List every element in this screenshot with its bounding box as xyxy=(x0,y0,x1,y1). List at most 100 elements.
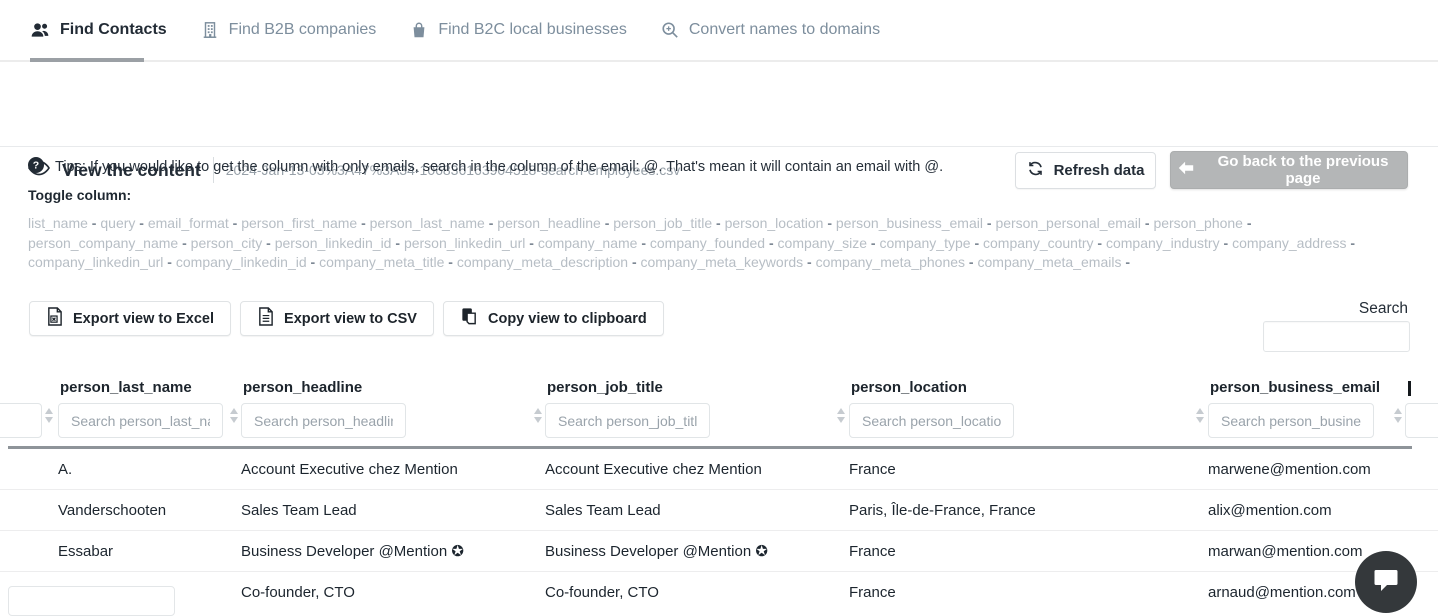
cell-person-last-name: Vanderschooten xyxy=(58,490,166,531)
toggle-column-item[interactable]: company_name xyxy=(538,235,638,251)
go-back-label: Go back to the previous page xyxy=(1205,153,1401,187)
toggle-column-item[interactable]: person_job_title xyxy=(613,215,712,231)
toggle-column-item[interactable]: person_headline xyxy=(497,215,601,231)
toggle-column-separator: - xyxy=(601,215,613,231)
table-row[interactable]: A. Account Executive chez Mention Accoun… xyxy=(0,449,1438,490)
sort-toggle-icon[interactable] xyxy=(533,408,543,423)
refresh-icon xyxy=(1027,160,1044,181)
refresh-data-button[interactable]: Refresh data xyxy=(1015,152,1156,189)
tab-label: Find Contacts xyxy=(60,21,167,39)
toggle-column-item[interactable]: email_format xyxy=(148,215,229,231)
toggle-column-item[interactable]: person_location xyxy=(725,215,824,231)
toggle-column-item[interactable]: company_linkedin_url xyxy=(28,254,163,270)
partial-column-header xyxy=(1408,381,1411,396)
toggle-column-item[interactable]: person_city xyxy=(191,235,263,251)
csv-file-icon xyxy=(257,307,274,330)
cell-person-job-title: Sales Team Lead xyxy=(545,490,661,531)
toggle-column-item[interactable]: company_size xyxy=(778,235,868,251)
toggle-column-item[interactable]: company_meta_emails xyxy=(978,254,1122,270)
table-row[interactable]: Co-founder, CTO Co-founder, CTO France a… xyxy=(0,572,1438,613)
sort-toggle-icon[interactable] xyxy=(1393,408,1403,423)
toggle-column-item[interactable]: person_first_name xyxy=(241,215,357,231)
toggle-column-separator: - xyxy=(1243,215,1252,231)
export-excel-button[interactable]: Export view to Excel xyxy=(29,301,231,336)
toggle-column-item[interactable]: company_meta_phones xyxy=(816,254,965,270)
sort-toggle-icon[interactable] xyxy=(229,408,239,423)
sort-toggle-icon[interactable] xyxy=(44,408,54,423)
shopping-bag-icon xyxy=(410,21,428,39)
toggle-column-item[interactable]: company_type xyxy=(880,235,971,251)
column-filter-person-business-email[interactable] xyxy=(1208,403,1374,438)
toggle-column-item[interactable]: person_personal_email xyxy=(995,215,1141,231)
tab-label: Convert names to domains xyxy=(689,21,880,39)
copy-clipboard-button[interactable]: Copy view to clipboard xyxy=(443,301,664,336)
toggle-column-item[interactable]: person_linkedin_url xyxy=(404,235,525,251)
toggle-column-item[interactable]: person_last_name xyxy=(370,215,485,231)
toggle-column-item[interactable]: company_linkedin_id xyxy=(176,254,307,270)
cell-person-last-name: A. xyxy=(58,449,72,490)
chat-widget-button[interactable] xyxy=(1355,551,1417,613)
column-filter-person-last-name[interactable] xyxy=(58,403,223,438)
export-csv-label: Export view to CSV xyxy=(284,311,417,327)
top-tab-bar: Find Contacts Find B2B companies Find B2… xyxy=(0,0,1438,62)
cell-person-headline: Co-founder, CTO xyxy=(241,572,355,613)
sort-toggle-icon[interactable] xyxy=(1195,408,1205,423)
copy-clipboard-label: Copy view to clipboard xyxy=(488,311,647,327)
toggle-column-separator: - xyxy=(135,215,147,231)
svg-text:?: ? xyxy=(33,160,39,172)
column-filter-person-location[interactable] xyxy=(849,403,1014,438)
toggle-column-separator: - xyxy=(965,254,977,270)
toggle-column-item[interactable]: company_meta_title xyxy=(319,254,444,270)
toggle-column-separator: - xyxy=(178,235,190,251)
toggle-column-separator: - xyxy=(1121,254,1130,270)
toggle-column-item[interactable]: person_company_name xyxy=(28,235,178,251)
toggle-column-separator: - xyxy=(229,215,241,231)
toggle-column-label: Toggle column: xyxy=(28,187,131,203)
column-filter-person-headline[interactable] xyxy=(241,403,406,438)
toggle-column-separator: - xyxy=(1346,235,1355,251)
tab-find-b2c-local-businesses[interactable]: Find B2C local businesses xyxy=(410,21,627,39)
column-filter-input-clipped-left[interactable] xyxy=(0,403,42,438)
row-inline-input-box[interactable] xyxy=(8,586,175,616)
go-back-button[interactable]: Go back to the previous page xyxy=(1170,151,1408,189)
cell-person-location: France xyxy=(849,572,896,613)
export-csv-button[interactable]: Export view to CSV xyxy=(240,301,434,336)
column-header-person-headline: person_headline xyxy=(243,379,362,396)
toggle-column-separator: - xyxy=(391,235,403,251)
column-filter-input-clipped-right[interactable] xyxy=(1405,403,1438,438)
toggle-column-item[interactable]: company_founded xyxy=(650,235,765,251)
cell-person-business-email: marwan@mention.com xyxy=(1208,531,1362,572)
cell-person-job-title: Business Developer @Mention ✪ xyxy=(545,531,768,572)
toggle-column-item[interactable]: list_name xyxy=(28,215,88,231)
table-row[interactable]: Essabar Business Developer @Mention ✪ Bu… xyxy=(0,531,1438,572)
cell-person-headline: Business Developer @Mention ✪ xyxy=(241,531,464,572)
toggle-column-item[interactable]: company_address xyxy=(1232,235,1346,251)
toggle-column-item[interactable]: company_industry xyxy=(1106,235,1220,251)
toggle-column-separator: - xyxy=(765,235,777,251)
toggle-column-item[interactable]: person_linkedin_id xyxy=(275,235,392,251)
global-search-label: Search xyxy=(1359,300,1408,318)
toggle-column-item[interactable]: person_business_email xyxy=(836,215,983,231)
toggle-column-item[interactable]: company_country xyxy=(983,235,1094,251)
tab-label: Find B2C local businesses xyxy=(438,21,627,39)
toggle-column-separator: - xyxy=(1220,235,1232,251)
toggle-column-item[interactable]: person_phone xyxy=(1153,215,1243,231)
toggle-column-item[interactable]: company_meta_keywords xyxy=(641,254,804,270)
chat-bubble-icon xyxy=(1371,566,1401,599)
toggle-column-separator: - xyxy=(88,215,100,231)
global-search-input[interactable] xyxy=(1263,321,1410,352)
toggle-column-separator: - xyxy=(712,215,724,231)
tab-find-contacts[interactable]: Find Contacts xyxy=(30,21,167,39)
toggle-column-item[interactable]: query xyxy=(100,215,135,231)
tab-find-b2b-companies[interactable]: Find B2B companies xyxy=(201,21,377,39)
table-row[interactable]: Vanderschooten Sales Team Lead Sales Tea… xyxy=(0,490,1438,531)
sort-toggle-icon[interactable] xyxy=(836,408,846,423)
toggle-column-separator: - xyxy=(262,235,274,251)
toggle-column-separator: - xyxy=(1141,215,1153,231)
toggle-column-item[interactable]: company_meta_description xyxy=(457,254,628,270)
toggle-column-separator: - xyxy=(357,215,369,231)
active-tab-underline xyxy=(30,58,144,62)
toggle-column-separator: - xyxy=(823,215,835,231)
column-filter-person-job-title[interactable] xyxy=(545,403,710,438)
tab-convert-names-to-domains[interactable]: Convert names to domains xyxy=(661,21,880,39)
